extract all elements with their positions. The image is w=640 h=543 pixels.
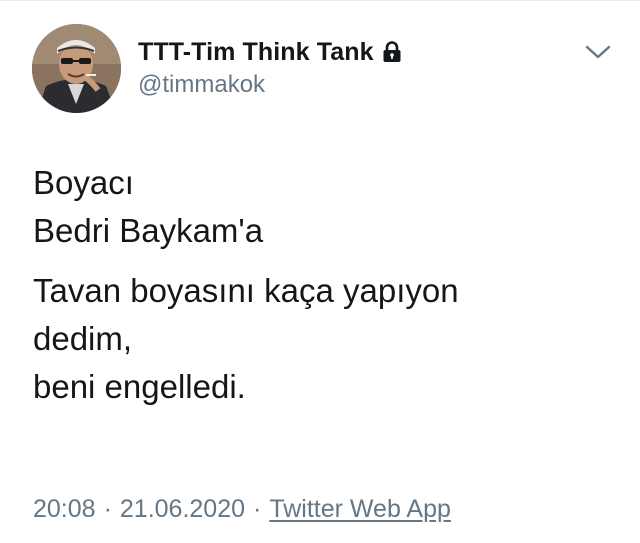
tweet-meta: 20:08 · 21.06.2020 · Twitter Web App [33, 495, 451, 524]
meta-separator: · [253, 495, 262, 523]
avatar[interactable] [32, 24, 121, 113]
tweet-line: Tavan boyasını kaça yapıyon [33, 272, 459, 309]
lock-icon [382, 40, 402, 64]
tweet-line: dedim, [33, 320, 133, 357]
tweet-source-link[interactable]: Twitter Web App [269, 495, 451, 523]
author-name-row: TTT-Tim Think Tank [138, 35, 402, 69]
tweet-line: Boyacı [33, 164, 134, 201]
avatar-photo [32, 24, 121, 113]
tweet-time[interactable]: 20:08 [33, 495, 96, 523]
chevron-down-icon[interactable] [585, 41, 611, 63]
author-display-name[interactable]: TTT-Tim Think Tank [138, 38, 374, 67]
author-handle[interactable]: @timmakok [138, 71, 265, 99]
tweet-card: TTT-Tim Think Tank @timmakok Boyacı Bedr… [0, 0, 640, 543]
tweet-text: Boyacı Bedri Baykam'a Tavan boyasını kaç… [33, 159, 623, 411]
tweet-line: Bedri Baykam'a [33, 212, 264, 249]
tweet-line: beni engelledi. [33, 368, 246, 405]
meta-separator: · [103, 495, 112, 523]
tweet-date[interactable]: 21.06.2020 [120, 495, 245, 523]
